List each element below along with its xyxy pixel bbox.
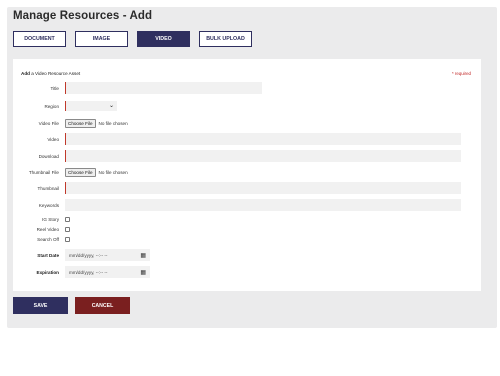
form-heading-text: a Video Resource Asset	[31, 71, 81, 76]
video-input[interactable]	[65, 133, 461, 145]
download-label: Download	[38, 153, 59, 159]
thumbnail-file-choose-button[interactable]: Choose File	[65, 168, 96, 177]
thumbnail-file-row: Thumbnail File Choose File No file chose…	[13, 168, 128, 177]
download-input[interactable]	[65, 150, 461, 162]
thumbnail-file-label: Thumbnail File	[28, 170, 59, 175]
download-row: Download	[13, 150, 461, 162]
start-date-input[interactable]: mm/dd/yyyy, --:-- -- ▦	[65, 249, 150, 261]
thumbnail-input[interactable]	[65, 182, 461, 194]
video-label: Video	[47, 136, 59, 142]
ig-story-label: IG Story	[42, 217, 59, 222]
cancel-button[interactable]: CANCEL	[75, 297, 130, 314]
thumbnail-label: Thumbnail	[37, 185, 59, 191]
tab-document[interactable]: DOCUMENT	[13, 31, 66, 47]
start-date-label: Start Date	[37, 252, 59, 258]
form-heading-bold: Add	[21, 71, 30, 76]
form-actions: SAVE CANCEL	[13, 297, 130, 314]
start-date-placeholder: mm/dd/yyyy, --:-- --	[69, 252, 108, 258]
search-off-row: Search Off	[13, 237, 70, 242]
resource-type-tabs: DOCUMENT IMAGE VIDEO BULK UPLOAD	[13, 31, 261, 47]
title-input[interactable]	[65, 82, 262, 94]
ig-story-checkbox[interactable]	[65, 217, 70, 222]
video-file-row: Video File Choose File No file chosen	[13, 119, 128, 128]
start-date-row: Start Date mm/dd/yyyy, --:-- -- ▦	[13, 249, 150, 261]
tab-bulk-upload[interactable]: BULK UPLOAD	[199, 31, 252, 47]
search-off-checkbox[interactable]	[65, 237, 70, 242]
video-row: Video	[13, 133, 461, 145]
tab-image[interactable]: IMAGE	[75, 31, 128, 47]
reel-video-row: Reel Video	[13, 227, 70, 232]
required-note: * required	[451, 71, 471, 76]
thumbnail-row: Thumbnail	[13, 182, 461, 194]
save-button[interactable]: SAVE	[13, 297, 68, 314]
video-file-status: No file chosen	[98, 121, 128, 126]
form-heading: Add a Video Resource Asset	[21, 71, 80, 76]
region-label: Region	[44, 103, 59, 109]
expiration-label: Expiration	[36, 269, 59, 275]
reel-video-checkbox[interactable]	[65, 227, 70, 232]
calendar-icon[interactable]: ▦	[140, 269, 146, 276]
reel-video-label: Reel Video	[36, 227, 59, 232]
expiration-placeholder: mm/dd/yyyy, --:-- --	[69, 269, 108, 275]
video-file-label: Video File	[38, 121, 59, 126]
title-row: Title	[13, 82, 262, 94]
search-off-label: Search Off	[37, 237, 59, 242]
expiration-row: Expiration mm/dd/yyyy, --:-- -- ▦	[13, 266, 150, 278]
tab-video[interactable]: VIDEO	[137, 31, 190, 47]
video-file-choose-button[interactable]: Choose File	[65, 119, 96, 128]
region-row: Region ⌄	[13, 101, 117, 111]
expiration-input[interactable]: mm/dd/yyyy, --:-- -- ▦	[65, 266, 150, 278]
keywords-row: Keywords	[13, 199, 461, 211]
title-label: Title	[50, 85, 59, 91]
keywords-label: Keywords	[38, 202, 59, 208]
ig-story-row: IG Story	[13, 217, 70, 222]
keywords-input[interactable]	[65, 199, 461, 211]
chevron-down-icon: ⌄	[108, 103, 114, 109]
page-title: Manage Resources - Add	[13, 10, 153, 22]
region-select[interactable]: ⌄	[65, 101, 117, 111]
form-card: Add a Video Resource Asset * required Ti…	[13, 59, 481, 291]
calendar-icon[interactable]: ▦	[140, 252, 146, 259]
thumbnail-file-status: No file chosen	[98, 170, 128, 175]
